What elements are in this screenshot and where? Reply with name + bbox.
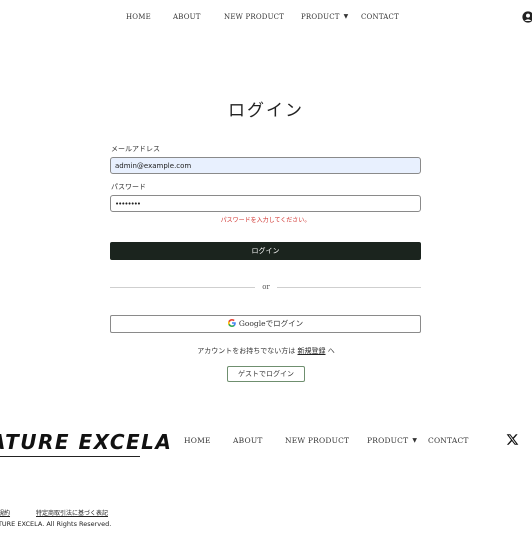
nav-product-label: PRODUCT — [301, 13, 340, 21]
user-icon[interactable] — [522, 11, 532, 23]
signup-prompt: アカウントをお持ちでない方は 新規登録 へ — [0, 346, 532, 356]
guest-login-button[interactable]: ゲストでログイン — [227, 366, 305, 382]
password-error: パスワードを入力してください。 — [220, 217, 311, 224]
footer-nav-new-product[interactable]: NEW PRODUCT — [285, 436, 349, 445]
nav-about[interactable]: ABOUT — [173, 13, 201, 21]
signup-suffix: へ — [327, 347, 335, 355]
nav-home[interactable]: HOME — [126, 13, 151, 21]
commercial-law-link[interactable]: 特定商取引法に基づく表記 — [36, 508, 108, 517]
footer-nav-product[interactable]: PRODUCT ▼ — [367, 436, 417, 445]
top-nav: HOME ABOUT NEW PRODUCT PRODUCT ▼ CONTACT — [0, 13, 532, 25]
footer-nav-product-label: PRODUCT — [367, 436, 409, 445]
divider-left — [110, 287, 255, 288]
divider-text: or — [262, 283, 270, 291]
divider-right — [277, 287, 421, 288]
google-login-button[interactable]: Googleでログイン — [110, 315, 421, 333]
chevron-down-icon: ▼ — [412, 437, 418, 444]
email-field[interactable] — [110, 157, 421, 174]
login-button[interactable]: ログイン — [110, 242, 421, 260]
google-icon — [227, 319, 236, 327]
email-label: メールアドレス — [111, 145, 160, 153]
google-login-label: Googleでログイン — [238, 319, 304, 328]
nav-product[interactable]: PRODUCT ▼ — [301, 13, 348, 21]
nav-new-product[interactable]: NEW PRODUCT — [224, 13, 284, 21]
copyright: ATURE EXCELA. All Rights Reserved. — [0, 520, 112, 528]
x-icon[interactable] — [506, 433, 519, 446]
signup-link[interactable]: 新規登録 — [298, 347, 326, 355]
terms-link[interactable]: 規約 — [0, 508, 10, 517]
page-title: ログイン — [228, 101, 304, 121]
footer-nav: HOME ABOUT NEW PRODUCT PRODUCT ▼ CONTACT — [0, 436, 532, 448]
footer-nav-home[interactable]: HOME — [184, 436, 211, 445]
chevron-down-icon: ▼ — [343, 13, 349, 20]
password-field[interactable] — [110, 195, 421, 212]
footer-logo-underline — [0, 456, 140, 457]
nav-contact[interactable]: CONTACT — [361, 13, 399, 21]
footer-nav-about[interactable]: ABOUT — [233, 436, 263, 445]
footer-nav-contact[interactable]: CONTACT — [428, 436, 469, 445]
signup-prefix: アカウントをお持ちでない方は — [197, 347, 296, 355]
password-label: パスワード — [111, 183, 146, 191]
